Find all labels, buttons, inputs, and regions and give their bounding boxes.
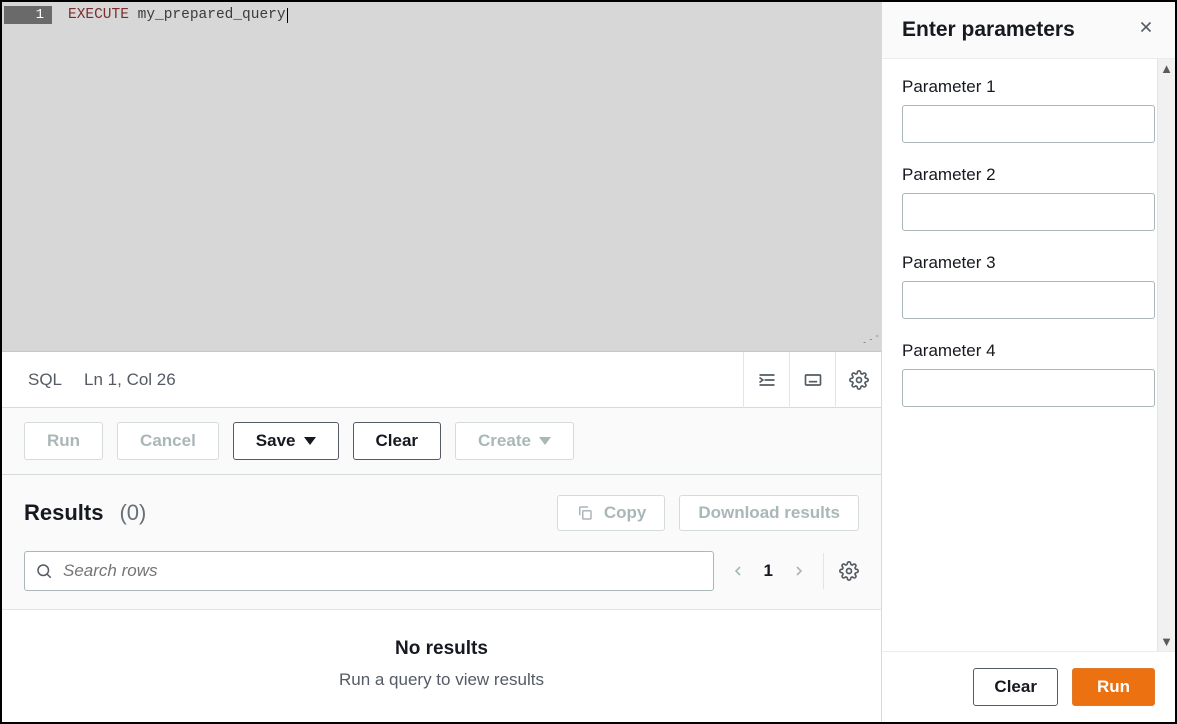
copy-icon [576, 504, 594, 522]
save-button-label: Save [256, 431, 296, 451]
create-button-label: Create [478, 431, 531, 451]
copy-label: Copy [604, 503, 647, 523]
parameters-sidebar: Enter parameters Parameter 1 Parameter 2… [882, 2, 1175, 722]
keyboard-icon [803, 370, 823, 390]
copy-results-button[interactable]: Copy [557, 495, 666, 531]
text-cursor [287, 8, 288, 23]
page-number: 1 [764, 561, 773, 581]
results-title: Results [24, 500, 103, 526]
query-toolbar: Run Cancel Save Clear Create [2, 408, 881, 475]
parameter-3: Parameter 3 [902, 253, 1155, 319]
editor-settings-button[interactable] [835, 352, 881, 408]
parameter-4: Parameter 4 [902, 341, 1155, 407]
gear-icon [839, 561, 859, 581]
results-header: Results (0) Copy Download results [2, 475, 881, 541]
cursor-position: Ln 1, Col 26 [84, 370, 176, 390]
parameter-label: Parameter 4 [902, 341, 1155, 361]
parameter-1: Parameter 1 [902, 77, 1155, 143]
sql-keyword: EXECUTE [68, 7, 129, 23]
empty-subtitle: Run a query to view results [339, 670, 544, 690]
close-sidebar-button[interactable] [1137, 18, 1155, 42]
sql-editor[interactable]: 1 EXECUTE my_prepared_query ⋰ [2, 2, 881, 352]
create-button[interactable]: Create [455, 422, 574, 460]
format-query-button[interactable] [743, 352, 789, 408]
close-icon [1137, 18, 1155, 36]
parameter-2-input[interactable] [902, 193, 1155, 231]
indent-icon [757, 370, 777, 390]
results-empty-state: No results Run a query to view results [2, 610, 881, 722]
cancel-button[interactable]: Cancel [117, 422, 219, 460]
sidebar-clear-button[interactable]: Clear [973, 668, 1058, 706]
scroll-down-icon[interactable]: ▼ [1160, 632, 1173, 651]
language-label: SQL [28, 370, 62, 390]
results-count: (0) [119, 500, 146, 526]
parameter-label: Parameter 2 [902, 165, 1155, 185]
clear-button[interactable]: Clear [353, 422, 442, 460]
line-number: 1 [4, 6, 52, 24]
parameter-label: Parameter 1 [902, 77, 1155, 97]
main-panel: 1 EXECUTE my_prepared_query ⋰ SQL Ln 1, … [2, 2, 882, 722]
sidebar-title: Enter parameters [902, 18, 1075, 42]
chevron-right-icon[interactable] [791, 563, 807, 579]
run-button[interactable]: Run [24, 422, 103, 460]
chevron-left-icon[interactable] [730, 563, 746, 579]
results-pager: 1 [730, 561, 807, 581]
search-rows-box[interactable] [24, 551, 714, 591]
editor-code[interactable]: EXECUTE my_prepared_query ⋰ [62, 2, 881, 351]
editor-status-bar: SQL Ln 1, Col 26 [2, 352, 881, 408]
scrollbar[interactable]: ▲ ▼ [1157, 59, 1175, 651]
sql-identifier: my_prepared_query [138, 7, 286, 23]
results-settings-button[interactable] [823, 553, 859, 589]
parameter-4-input[interactable] [902, 369, 1155, 407]
parameter-3-input[interactable] [902, 281, 1155, 319]
caret-down-icon [539, 437, 551, 445]
download-results-button[interactable]: Download results [679, 495, 859, 531]
sidebar-body: Parameter 1 Parameter 2 Parameter 3 Para… [882, 59, 1175, 651]
gear-icon [849, 370, 869, 390]
empty-title: No results [395, 638, 488, 660]
search-rows-input[interactable] [63, 561, 703, 581]
parameter-label: Parameter 3 [902, 253, 1155, 273]
editor-gutter: 1 [2, 2, 62, 351]
sidebar-header: Enter parameters [882, 2, 1175, 59]
sidebar-footer: Clear Run [882, 651, 1175, 722]
save-button[interactable]: Save [233, 422, 339, 460]
scroll-up-icon[interactable]: ▲ [1160, 59, 1173, 78]
sidebar-run-button[interactable]: Run [1072, 668, 1155, 706]
results-search-row: 1 [2, 541, 881, 610]
caret-down-icon [304, 437, 316, 445]
resize-grip-icon[interactable]: ⋰ [861, 335, 880, 346]
keyboard-shortcuts-button[interactable] [789, 352, 835, 408]
parameter-1-input[interactable] [902, 105, 1155, 143]
search-icon [35, 562, 53, 580]
parameter-2: Parameter 2 [902, 165, 1155, 231]
